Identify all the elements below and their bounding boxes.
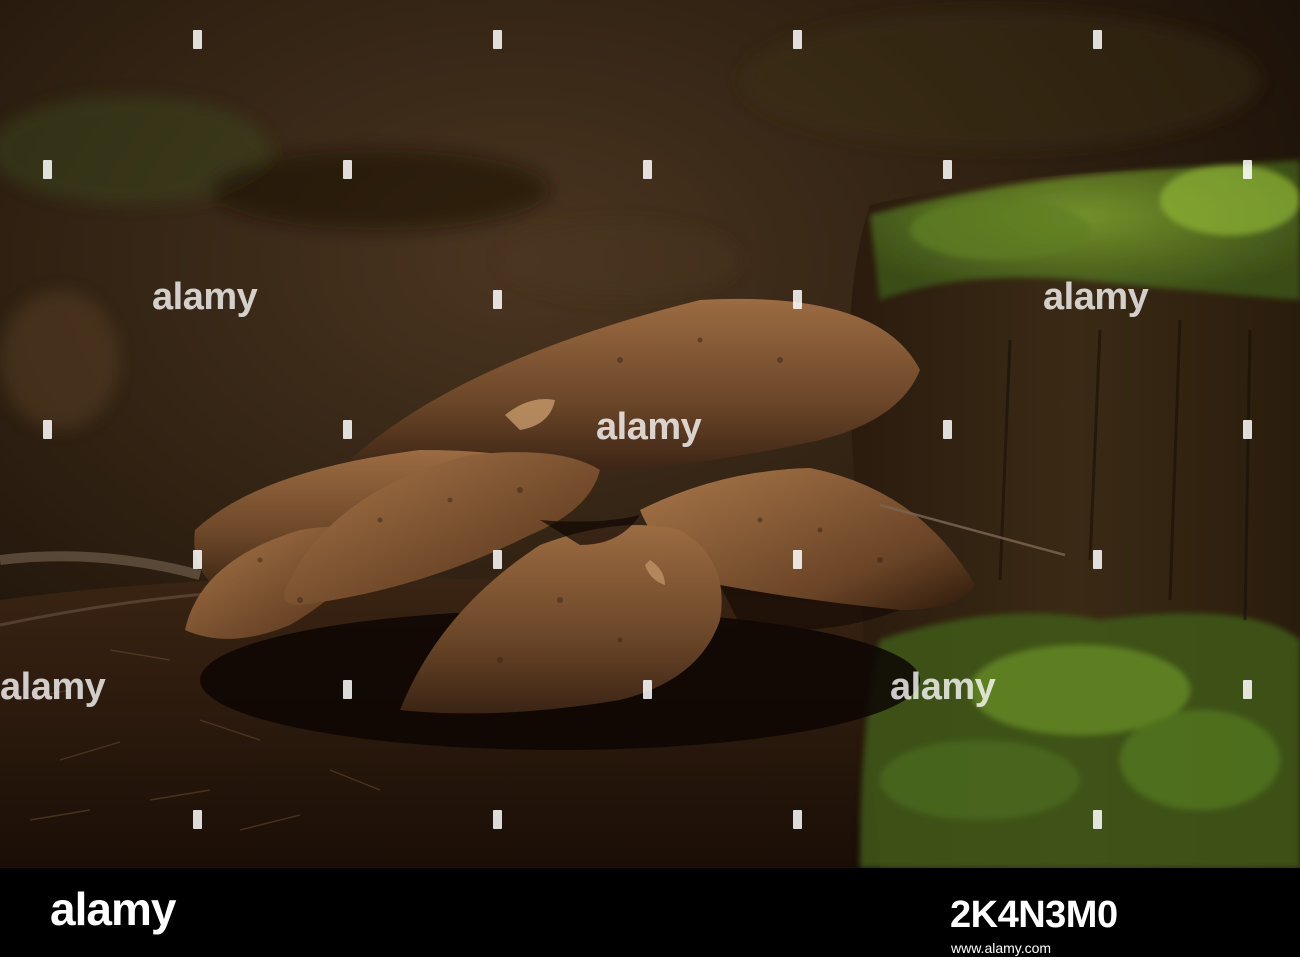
image-id: 2K4N3M0	[950, 894, 1118, 936]
watermark-dot	[493, 290, 502, 309]
watermark-dot	[1093, 30, 1102, 49]
watermark-dot	[43, 160, 52, 179]
watermark-dot	[193, 810, 202, 829]
watermark-dot	[1243, 680, 1252, 699]
footer-bar: alamy 2K4N3M0 www.alamy.com	[0, 868, 1300, 957]
brand-logo: alamy	[50, 883, 176, 935]
watermark-word: alamy	[890, 666, 996, 708]
watermark-dot	[493, 550, 502, 569]
watermark-dot	[643, 680, 652, 699]
watermark-dot	[493, 810, 502, 829]
watermark-dot	[43, 420, 52, 439]
watermark-dot	[943, 420, 952, 439]
watermark-dot	[793, 30, 802, 49]
watermark-dot	[1093, 550, 1102, 569]
watermark-dot	[793, 810, 802, 829]
watermark-dot	[1093, 810, 1102, 829]
watermark-dot	[343, 420, 352, 439]
watermark-word: alamy	[0, 666, 106, 708]
watermark-dot	[193, 550, 202, 569]
watermark-word: alamy	[1043, 276, 1149, 318]
watermark-dot	[643, 160, 652, 179]
watermark-dot	[1243, 160, 1252, 179]
watermark-dot	[343, 680, 352, 699]
watermark-dot	[793, 550, 802, 569]
watermark-word: alamy	[596, 406, 702, 448]
site-url: www.alamy.com	[951, 940, 1052, 956]
watermark-dot	[343, 160, 352, 179]
photo: alamy alamy alamy alamy alamy	[0, 0, 1300, 868]
watermark-word: alamy	[152, 276, 258, 318]
watermark-dot	[1243, 420, 1252, 439]
watermark-dot	[193, 30, 202, 49]
watermark-dot	[493, 30, 502, 49]
watermark-dot	[943, 160, 952, 179]
watermark-dot	[793, 290, 802, 309]
